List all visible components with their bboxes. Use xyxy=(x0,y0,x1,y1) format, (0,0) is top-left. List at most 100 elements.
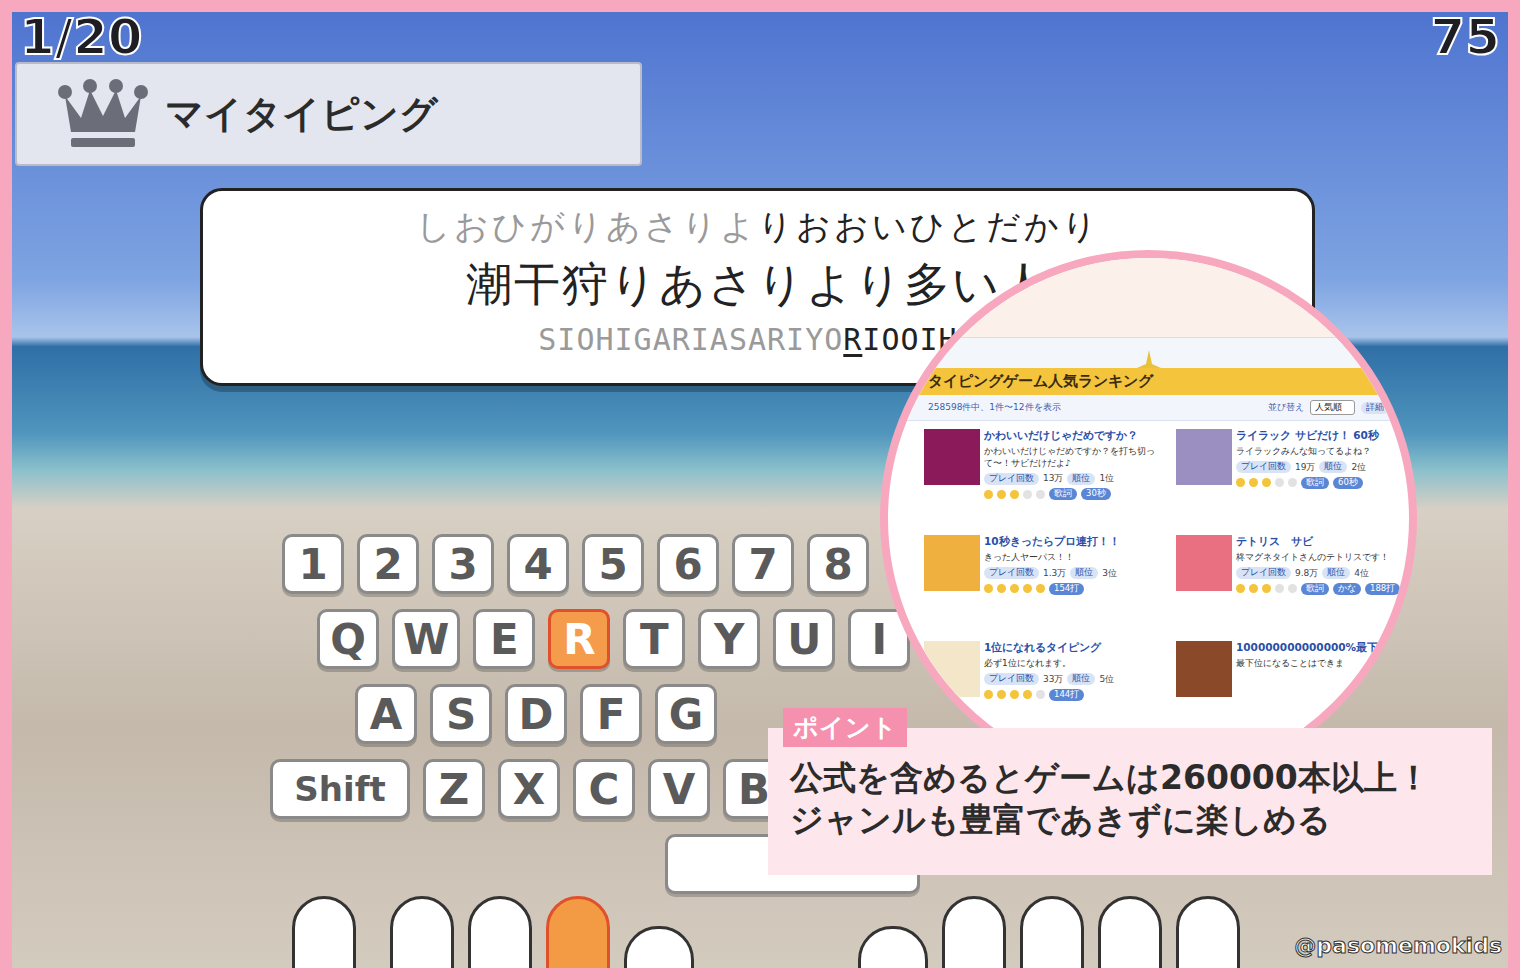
progress-counter: 1/20 xyxy=(20,12,143,62)
game-title[interactable]: 1位になれるタイピング xyxy=(984,641,1114,655)
game-tag: 144打 xyxy=(1049,689,1084,701)
difficulty-icon xyxy=(1023,490,1032,499)
key: 2 xyxy=(357,534,419,594)
difficulty-icon xyxy=(984,490,993,499)
game-tags: 歌詞かな 188打 xyxy=(1236,583,1400,595)
game-title[interactable]: 100000000000000%最下位に xyxy=(1236,641,1400,655)
ranking-zoom: タイピングゲーム人気ランキング 258598件中、1件〜12件を表示 並び替え人気順… xyxy=(880,250,1417,787)
game-title[interactable]: テトリス サビ xyxy=(1236,535,1400,549)
game-card[interactable]: テトリス サビ柊マグネタイトさんのテトリスです！プレイ回数9.8万順位4位歌詞か… xyxy=(1176,535,1416,627)
top-row: 1/20 75 xyxy=(12,12,1508,62)
key: Shift xyxy=(270,759,410,819)
game-card[interactable]: かわいいだけじゃだめですか？ かわいいだけじゃだめですか？を打ち切って〜！サビだけ… xyxy=(924,429,1174,521)
game-desc: きった人ヤーパス！！ xyxy=(984,552,1120,564)
game-tags: 歌詞 30秒 xyxy=(984,488,1174,500)
key: C xyxy=(573,759,635,819)
difficulty-icon xyxy=(984,690,993,699)
detail-button[interactable]: 詳細 xyxy=(1361,402,1389,414)
finger xyxy=(468,896,532,968)
key: F xyxy=(580,684,642,744)
finger xyxy=(1020,896,1084,968)
game-tags: 154打 xyxy=(984,583,1120,595)
ranking-grid: かわいいだけじゃだめですか？ かわいいだけじゃだめですか？を打ち切って〜！サビだけ… xyxy=(888,421,1409,733)
game-tag: 30秒 xyxy=(1081,488,1111,500)
screenshot-frame: 1/2075マイタイピングしおひがりあさりよりおおいひとだかり潮干狩りあさりより… xyxy=(0,0,1520,980)
finger xyxy=(1176,896,1240,968)
key: Y xyxy=(698,609,760,669)
brand-header: マイタイピング xyxy=(15,62,642,166)
game-desc: 必ず1位になれます。 xyxy=(984,658,1114,670)
game-thumbnail xyxy=(1176,535,1232,591)
key: U xyxy=(773,609,835,669)
difficulty-icon xyxy=(1236,584,1245,593)
brand-title: マイタイピング xyxy=(165,89,438,140)
game-tag: かな xyxy=(1333,583,1361,595)
difficulty-icon xyxy=(1023,584,1032,593)
ranking-subbar: 258598件中、1件〜12件を表示 並び替え人気順詳細 xyxy=(888,395,1409,421)
key: R xyxy=(548,609,610,669)
romaji-line[interactable]: SIOHIGARIASARIYORIOOIHI xyxy=(538,321,976,359)
difficulty-icon xyxy=(1288,584,1297,593)
key: S xyxy=(430,684,492,744)
difficulty-icon xyxy=(984,584,993,593)
key: T xyxy=(623,609,685,669)
difficulty-icon xyxy=(1288,478,1297,487)
game-tag: 60秒 xyxy=(1333,477,1363,489)
difficulty-icon xyxy=(1036,690,1045,699)
game-card[interactable]: 10秒きったらプロ連打！！きった人ヤーパス！！プレイ回数1.3万順位3位154打 xyxy=(924,535,1174,627)
sort-select[interactable]: 人気順 xyxy=(1310,400,1355,415)
game-thumbnail xyxy=(924,429,980,485)
game-card[interactable]: ライラック サビだけ！ 60秒ライラックみんな知ってるよね？ プレイ回数19万順位… xyxy=(1176,429,1416,521)
kana-line: しおひがりあさりよりおおいひとだかり xyxy=(416,205,1100,248)
game-tag: 154打 xyxy=(1049,583,1084,595)
finger xyxy=(624,926,694,968)
game-title[interactable]: 10秒きったらプロ連打！！ xyxy=(984,535,1120,549)
key: 4 xyxy=(507,534,569,594)
point-box: 公式を含めるとゲームは260000本以上！ジャンルも豊富であきずに楽しめる xyxy=(768,728,1492,875)
game-thumbnail xyxy=(1176,641,1232,697)
game-thumbnail xyxy=(1176,429,1232,485)
key: 7 xyxy=(732,534,794,594)
difficulty-icon xyxy=(997,584,1006,593)
key: 8 xyxy=(807,534,869,594)
fingers xyxy=(12,896,1508,968)
kanji-line: 潮干狩りあさりより多い人 xyxy=(466,256,1049,314)
point-text: 公式を含めるとゲームは260000本以上！ xyxy=(790,758,1476,798)
difficulty-icon xyxy=(1023,690,1032,699)
game-meta: プレイ回数13万順位1位 xyxy=(984,472,1174,485)
crown-icon xyxy=(57,78,149,150)
game-thumbnail xyxy=(924,535,980,591)
game-tags: 144打 xyxy=(984,689,1114,701)
key: V xyxy=(648,759,710,819)
key: 5 xyxy=(582,534,644,594)
ranking-title: タイピングゲーム人気ランキング xyxy=(888,368,1409,395)
difficulty-icon xyxy=(1236,478,1245,487)
key: E xyxy=(473,609,535,669)
key: Z xyxy=(423,759,485,819)
game-tag: 歌詞 xyxy=(1301,583,1329,595)
game-tag: 188打 xyxy=(1365,583,1400,595)
point-text: ジャンルも豊富であきずに楽しめる xyxy=(790,800,1476,840)
sort-label: 並び替え xyxy=(1268,401,1304,414)
finger xyxy=(858,926,928,968)
game-desc: ライラックみんな知ってるよね？ xyxy=(1236,446,1379,458)
key: A xyxy=(355,684,417,744)
game-title[interactable]: ライラック サビだけ！ 60秒 xyxy=(1236,429,1379,443)
game-tag: 歌詞 xyxy=(1049,488,1077,500)
difficulty-icon xyxy=(1262,478,1271,487)
game-meta: プレイ回数19万順位2位 xyxy=(1236,461,1379,474)
difficulty-icon xyxy=(997,690,1006,699)
finger xyxy=(1098,896,1162,968)
result-count: 258598件中、1件〜12件を表示 xyxy=(928,401,1061,414)
game-meta: プレイ回数33万順位5位 xyxy=(984,673,1114,686)
key: G xyxy=(655,684,717,744)
game-title[interactable]: かわいいだけじゃだめですか？ xyxy=(984,429,1174,443)
key: 6 xyxy=(657,534,719,594)
difficulty-icon xyxy=(1249,584,1258,593)
finger xyxy=(292,896,356,968)
game-desc: かわいいだけじゃだめですか？を打ち切って〜！サビだけだよ♪ xyxy=(984,446,1174,469)
star-icon xyxy=(1137,350,1161,368)
score-counter: 75 xyxy=(1430,12,1500,62)
point-badge: ポイント xyxy=(783,708,907,747)
difficulty-icon xyxy=(997,490,1006,499)
